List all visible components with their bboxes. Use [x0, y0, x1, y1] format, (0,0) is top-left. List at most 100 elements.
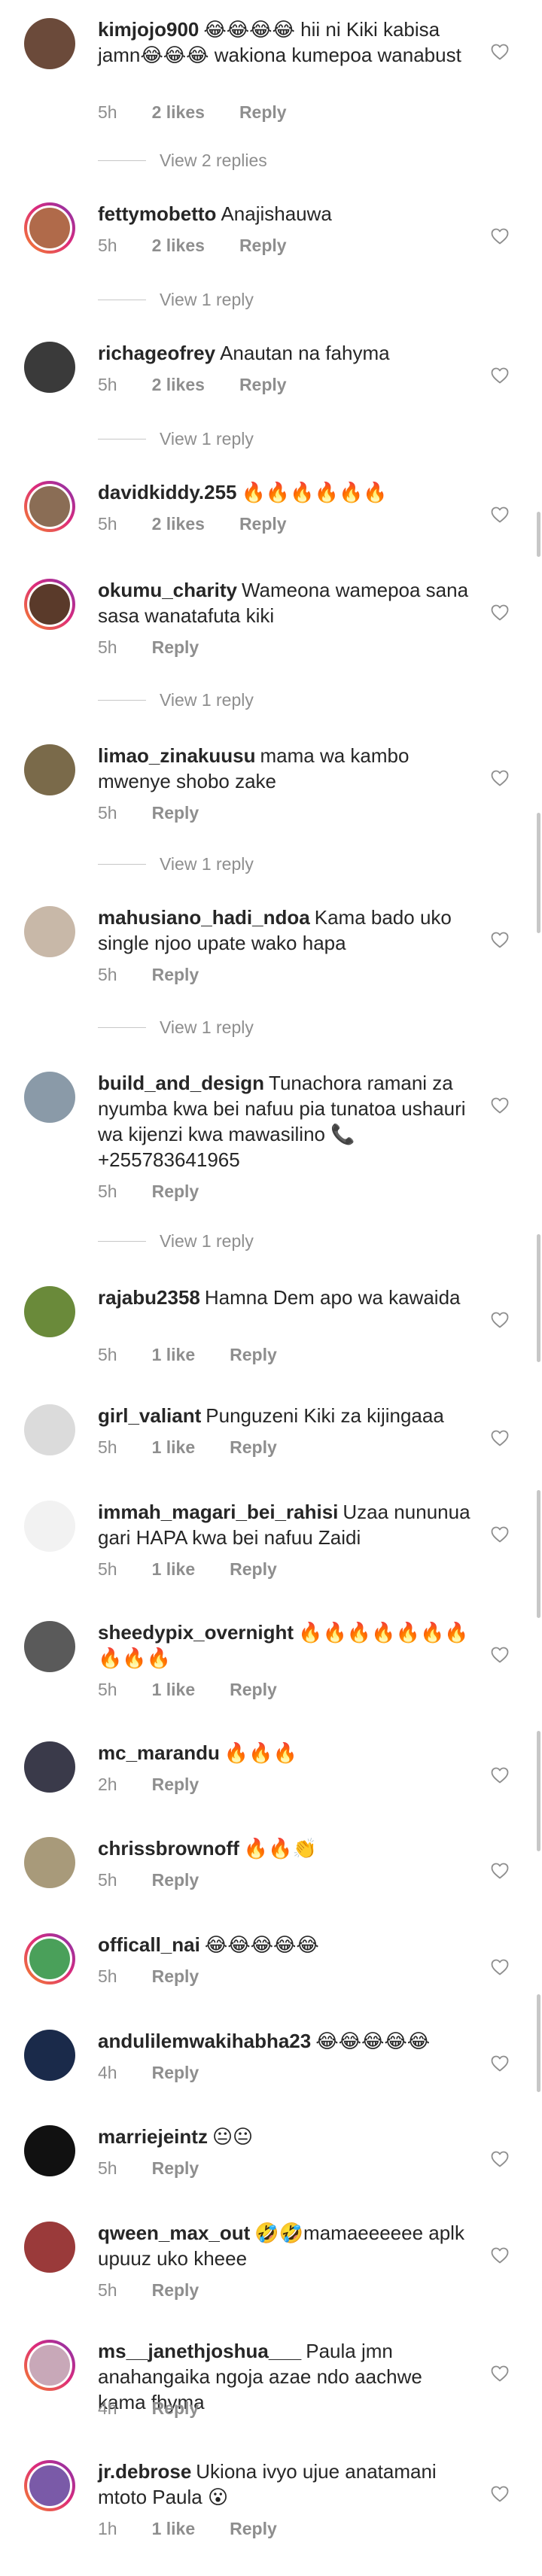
like-count[interactable]: 2 likes	[152, 375, 205, 395]
heart-icon[interactable]	[490, 2246, 510, 2265]
comment-username[interactable]: chrissbrownoff	[98, 1837, 239, 1860]
avatar[interactable]	[24, 18, 75, 69]
heart-icon[interactable]	[490, 1525, 510, 1544]
avatar-image	[24, 2222, 75, 2273]
view-replies-button[interactable]: View 1 reply	[98, 690, 254, 710]
avatar[interactable]	[24, 2222, 75, 2273]
like-count[interactable]: 1 like	[152, 2519, 196, 2539]
view-replies-button[interactable]: View 1 reply	[98, 854, 254, 874]
reply-button[interactable]: Reply	[230, 1345, 277, 1365]
reply-button[interactable]: Reply	[152, 2280, 199, 2301]
avatar[interactable]	[24, 1286, 75, 1337]
avatar[interactable]	[24, 1621, 75, 1672]
view-replies-button[interactable]: View 1 reply	[98, 290, 254, 310]
reply-button[interactable]: Reply	[152, 803, 199, 823]
like-count[interactable]: 1 like	[152, 1680, 196, 1700]
like-count[interactable]: 2 likes	[152, 236, 205, 256]
reply-button[interactable]: Reply	[152, 1870, 199, 1890]
comment-username[interactable]: immah_magari_bei_rahisi	[98, 1501, 338, 1523]
heart-icon[interactable]	[490, 505, 510, 525]
reply-button[interactable]: Reply	[239, 514, 287, 534]
heart-icon[interactable]	[490, 2364, 510, 2383]
heart-icon[interactable]	[490, 1765, 510, 1785]
comment-username[interactable]: kimjojo900	[98, 18, 199, 41]
reply-button[interactable]: Reply	[230, 1437, 277, 1458]
heart-icon[interactable]	[490, 1645, 510, 1665]
comment-username[interactable]: fettymobetto	[98, 202, 216, 225]
reply-button[interactable]: Reply	[152, 637, 199, 658]
heart-icon[interactable]	[490, 2484, 510, 2504]
avatar[interactable]	[24, 744, 75, 795]
reply-button[interactable]: Reply	[239, 375, 287, 395]
view-replies-button[interactable]: View 1 reply	[98, 1017, 254, 1038]
comment-username[interactable]: mc_marandu	[98, 1741, 220, 1764]
comment-username[interactable]: okumu_charity	[98, 579, 237, 601]
comment-username[interactable]: davidkiddy.255	[98, 481, 237, 503]
like-count[interactable]: 1 like	[152, 1559, 196, 1580]
avatar[interactable]	[24, 1404, 75, 1455]
like-count[interactable]: 1 like	[152, 1345, 196, 1365]
reply-button[interactable]: Reply	[239, 102, 287, 123]
comment-username[interactable]: girl_valiant	[98, 1404, 201, 1427]
reply-button[interactable]: Reply	[239, 236, 287, 256]
comment-username[interactable]: marriejeintz	[98, 2125, 208, 2148]
reply-button[interactable]: Reply	[152, 1775, 199, 1795]
comment-username[interactable]: andulilemwakihabha23	[98, 2030, 311, 2052]
view-replies-button[interactable]: View 2 replies	[98, 151, 267, 171]
heart-icon[interactable]	[490, 930, 510, 950]
heart-icon[interactable]	[490, 227, 510, 246]
reply-button[interactable]: Reply	[152, 1966, 199, 1987]
heart-icon[interactable]	[490, 768, 510, 788]
avatar[interactable]	[24, 906, 75, 957]
avatar[interactable]	[24, 342, 75, 393]
reply-button[interactable]: Reply	[152, 2158, 199, 2179]
avatar-story-ring[interactable]	[24, 1933, 75, 1984]
comment-username[interactable]: jr.debrose	[98, 2460, 191, 2483]
avatar[interactable]	[24, 1501, 75, 1552]
comment-username[interactable]: sheedypix_overnight	[98, 1621, 294, 1644]
comment-body: sheedypix_overnight 🔥🔥🔥🔥🔥🔥🔥🔥🔥🔥	[98, 1620, 474, 1671]
comment-username[interactable]: ms__janethjoshua___	[98, 2340, 301, 2362]
reply-button[interactable]: Reply	[230, 1680, 277, 1700]
comment-username[interactable]: mahusiano_hadi_ndoa	[98, 906, 310, 929]
heart-icon[interactable]	[490, 42, 510, 62]
avatar[interactable]	[24, 1072, 75, 1123]
avatar-story-ring[interactable]	[24, 481, 75, 532]
like-count[interactable]: 2 likes	[152, 102, 205, 123]
reply-button[interactable]: Reply	[152, 1182, 199, 1202]
comment-time: 5h	[98, 803, 117, 823]
heart-icon[interactable]	[490, 1310, 510, 1330]
reply-button[interactable]: Reply	[152, 2063, 199, 2083]
avatar-story-ring[interactable]	[24, 579, 75, 630]
heart-icon[interactable]	[490, 366, 510, 385]
comment-username[interactable]: richageofrey	[98, 342, 215, 364]
heart-icon[interactable]	[490, 603, 510, 622]
like-count[interactable]: 2 likes	[152, 514, 205, 534]
heart-icon[interactable]	[490, 1957, 510, 1977]
avatar-story-ring[interactable]	[24, 202, 75, 254]
avatar[interactable]	[24, 2030, 75, 2081]
avatar-story-ring[interactable]	[24, 2340, 75, 2391]
avatar[interactable]	[24, 2125, 75, 2176]
heart-icon[interactable]	[490, 1428, 510, 1448]
avatar[interactable]	[24, 1837, 75, 1888]
reply-button[interactable]: Reply	[152, 2398, 199, 2419]
heart-icon[interactable]	[490, 1096, 510, 1115]
comment-username[interactable]: rajabu2358	[98, 1286, 200, 1309]
view-replies-button[interactable]: View 1 reply	[98, 1231, 254, 1252]
heart-icon[interactable]	[490, 2149, 510, 2169]
avatar-story-ring[interactable]	[24, 2460, 75, 2511]
view-replies-button[interactable]: View 1 reply	[98, 429, 254, 449]
reply-button[interactable]: Reply	[152, 965, 199, 985]
reply-button[interactable]: Reply	[230, 1559, 277, 1580]
comment-username[interactable]: qween_max_out	[98, 2222, 250, 2244]
replies-divider-line	[98, 700, 146, 701]
comment-username[interactable]: officall_nai	[98, 1933, 200, 1956]
comment-username[interactable]: limao_zinakuusu	[98, 744, 256, 767]
heart-icon[interactable]	[490, 2054, 510, 2073]
reply-button[interactable]: Reply	[230, 2519, 277, 2539]
avatar[interactable]	[24, 1741, 75, 1793]
comment-username[interactable]: build_and_design	[98, 1072, 264, 1094]
like-count[interactable]: 1 like	[152, 1437, 196, 1458]
heart-icon[interactable]	[490, 1861, 510, 1881]
